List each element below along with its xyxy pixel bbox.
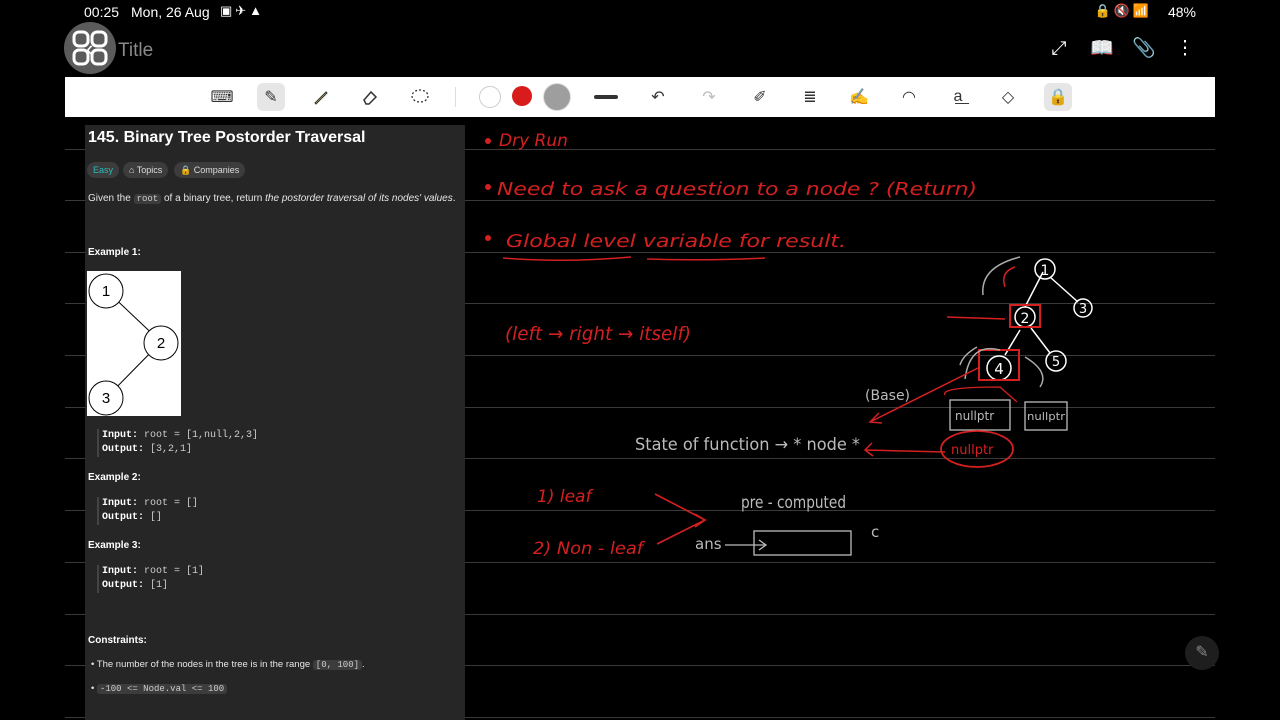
tree-node: 4 (994, 360, 1004, 378)
eraser-icon[interactable] (356, 83, 384, 111)
top-actions: ⤢ 📖 📎 ⋮ (1048, 38, 1196, 60)
toolbar-divider (455, 87, 456, 107)
tree-node: 3 (1079, 302, 1087, 317)
pencil-fab-icon[interactable]: ✎ (1185, 636, 1219, 670)
status-bar: 00:25 Mon, 26 Aug ▣✈▲ 🔒🔇📶 48% (0, 0, 1280, 24)
tree-node: 2 (1021, 311, 1030, 327)
note-mark: c (871, 523, 879, 541)
drawing-toolbar: ⌨ ✎ ↶ ↷ ✐ ≣ ✍ ◠ a͟ ◇ 🔒 (65, 77, 1215, 117)
bullet-dot (485, 235, 491, 241)
bullet-dot (485, 184, 491, 190)
handwriting-layer: Dry Run Need to ask a question to a node… (485, 131, 1093, 559)
status-time: 00:25 (84, 4, 120, 20)
note-leaf: 1) leaf (537, 487, 594, 507)
status-date: Mon, 26 Aug (131, 4, 210, 20)
stroke-width-icon[interactable] (592, 83, 620, 111)
tree-node: 1 (1041, 263, 1050, 279)
align-icon[interactable]: ≣ (796, 83, 824, 111)
bullet-dot (485, 138, 491, 144)
fullscreen-icon[interactable]: ⤢ (1048, 38, 1070, 60)
tree-diagram: 1 2 3 4 5 nullptr nullptr nullptr (863, 256, 1093, 468)
note-global: Global level variable for result. (506, 231, 846, 252)
note-question: Need to ask a question to a node ? (Retu… (497, 179, 977, 200)
back-icon[interactable]: ‹ (86, 36, 93, 62)
nullptr-label: nullptr (951, 443, 994, 458)
shapes-icon[interactable]: ◇ (994, 83, 1022, 111)
note-ans: ans (695, 535, 722, 553)
pen-icon[interactable]: ✎ (257, 83, 285, 111)
attach-icon[interactable]: 📎 (1132, 38, 1156, 60)
nullptr-label: nullptr (955, 409, 994, 423)
handwriting-icon[interactable]: ✍ (845, 83, 873, 111)
lasso-icon[interactable] (406, 83, 434, 111)
color-gray[interactable] (543, 83, 571, 111)
underline-stroke (502, 256, 766, 262)
note-order: (left → right → itself) (505, 323, 691, 345)
page-title[interactable]: Title (118, 40, 153, 62)
note-base: (Base) (865, 388, 910, 404)
highlighter-icon[interactable] (307, 83, 335, 111)
color-red[interactable] (512, 86, 532, 106)
system-icons: 🔒🔇📶 (1094, 3, 1152, 18)
note-nonleaf: 2) Non - leaf (533, 539, 646, 559)
tree-node: 5 (1052, 355, 1060, 370)
ans-box (753, 530, 852, 556)
shape-icon[interactable]: ◠ (895, 83, 923, 111)
text-size-icon[interactable]: a͟ (944, 83, 972, 111)
redo-icon[interactable]: ↷ (695, 83, 723, 111)
undo-icon[interactable]: ↶ (644, 83, 672, 111)
more-icon[interactable]: ⋮ (1174, 38, 1196, 60)
book-icon[interactable]: 📖 (1090, 38, 1114, 60)
text-pen-icon[interactable]: ✐ (746, 83, 774, 111)
battery-level: 48% (1167, 4, 1196, 20)
lock-icon[interactable]: 🔒 (1044, 83, 1072, 111)
note-precomputed: pre - computed (741, 493, 846, 513)
note-state: State of function → * node * (635, 435, 860, 455)
note-dry-run: Dry Run (499, 131, 568, 151)
note-canvas[interactable]: 145. Binary Tree Postorder Traversal Eas… (65, 117, 1215, 720)
keyboard-icon[interactable]: ⌨ (208, 83, 236, 111)
nullptr-label: nullptr (1027, 410, 1066, 423)
notification-icons: ▣✈▲ (220, 3, 266, 18)
color-white[interactable] (479, 86, 501, 108)
